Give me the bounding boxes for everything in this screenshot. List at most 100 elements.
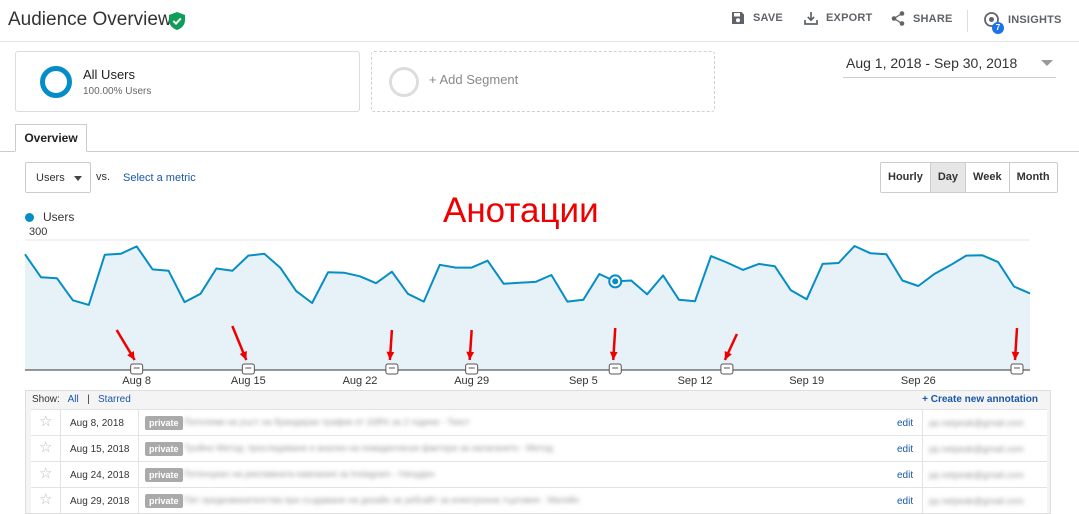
annotation-marker-icon bbox=[720, 363, 734, 375]
star-icon[interactable]: ☆ bbox=[39, 492, 52, 508]
edit-annotation-link[interactable]: edit bbox=[897, 444, 913, 455]
annotations-panel: Show: All | Starred + Create new annotat… bbox=[25, 390, 1051, 514]
row-divider bbox=[60, 488, 61, 514]
legend-label: Users bbox=[43, 210, 75, 224]
annotation-row[interactable]: ☆ Aug 15, 2018 private Тройно Метод: просле… bbox=[31, 435, 1047, 462]
segment-share: 100.00% Users bbox=[83, 86, 152, 97]
granularity-week[interactable]: Week bbox=[965, 163, 1009, 192]
users-area-fill bbox=[25, 246, 1030, 370]
star-icon[interactable]: ☆ bbox=[39, 440, 52, 456]
row-divider bbox=[138, 436, 139, 462]
metric-dropdown[interactable]: Users bbox=[25, 162, 91, 193]
users-line-chart: 150300Aug 8Aug 15Aug 22Aug 29Sep 5Sep 12… bbox=[24, 226, 1031, 387]
annotation-text: Тройно Метод: проследяване и анализ на п… bbox=[184, 443, 553, 453]
x-tick-label: Aug 22 bbox=[343, 375, 378, 387]
row-divider bbox=[922, 436, 923, 462]
download-icon bbox=[804, 12, 818, 25]
annotation-author: pp.netpeak@gmail.com bbox=[929, 470, 1024, 480]
annotation-row[interactable]: ☆ Aug 29, 2018 private Пет предизвикателств… bbox=[31, 487, 1047, 514]
visibility-badge: private bbox=[145, 416, 183, 430]
legend-swatch bbox=[25, 213, 34, 222]
x-tick-label: Aug 15 bbox=[231, 375, 266, 387]
save-icon bbox=[732, 12, 744, 24]
x-tick-label: Sep 19 bbox=[789, 375, 824, 387]
x-tick-label: Aug 29 bbox=[454, 375, 489, 387]
select-metric-link[interactable]: Select a metric bbox=[123, 172, 196, 184]
y-tick-label-300: 300 bbox=[29, 226, 47, 238]
annotation-date: Aug 29, 2018 bbox=[70, 496, 130, 507]
vs-label: vs. bbox=[96, 171, 111, 183]
row-divider bbox=[60, 410, 61, 436]
segment-ring-icon bbox=[40, 66, 72, 98]
annotation-marker-icon bbox=[1010, 363, 1024, 375]
annotation-author: pp.netpeak@gmail.com bbox=[929, 444, 1024, 454]
toolbar-divider bbox=[967, 10, 968, 32]
top-bar: Audience Overview SAVE EXPORT SHARE INSI… bbox=[0, 0, 1079, 42]
add-segment-label: + Add Segment bbox=[429, 72, 519, 87]
export-label: EXPORT bbox=[826, 12, 873, 24]
annotation-author: pp.netpeak@gmail.com bbox=[929, 418, 1024, 428]
highlighted-data-point-core bbox=[612, 278, 619, 285]
granularity-month[interactable]: Month bbox=[1008, 163, 1057, 192]
star-icon[interactable]: ☆ bbox=[39, 414, 52, 430]
empty-segment-ring-icon bbox=[389, 67, 419, 97]
row-divider bbox=[60, 436, 61, 462]
insights-label: INSIGHTS bbox=[1008, 13, 1062, 26]
row-divider bbox=[60, 462, 61, 488]
annotation-author: pp.netpeak@gmail.com bbox=[929, 496, 1024, 506]
annotation-row[interactable]: ☆ Aug 24, 2018 private Потенциал на рекламн… bbox=[31, 461, 1047, 488]
row-divider bbox=[922, 462, 923, 488]
filter-all-link[interactable]: All bbox=[68, 394, 79, 405]
edit-annotation-link[interactable]: edit bbox=[897, 470, 913, 481]
edit-annotation-link[interactable]: edit bbox=[897, 496, 913, 507]
granularity-toggle: Hourly Day Week Month bbox=[880, 162, 1058, 193]
annotation-marker-icon bbox=[385, 363, 399, 375]
save-button[interactable]: SAVE bbox=[731, 11, 783, 25]
chart-legend: Users bbox=[25, 210, 74, 224]
granularity-hourly[interactable]: Hourly bbox=[881, 163, 930, 192]
annotation-date: Aug 8, 2018 bbox=[70, 418, 124, 429]
edit-annotation-link[interactable]: edit bbox=[897, 418, 913, 429]
chevron-down-icon bbox=[1041, 60, 1053, 66]
add-segment-button[interactable]: + Add Segment bbox=[371, 51, 715, 112]
date-range-picker[interactable]: Aug 1, 2018 - Sep 30, 2018 bbox=[843, 55, 1056, 78]
annotation-row[interactable]: ☆ Aug 8, 2018 private Поголеми на ръст на б… bbox=[31, 409, 1047, 436]
annotation-marker-icon bbox=[465, 363, 479, 375]
export-button[interactable]: EXPORT bbox=[804, 11, 872, 25]
tab-overview[interactable]: Overview bbox=[15, 124, 87, 152]
metric-dropdown-value: Users bbox=[36, 172, 65, 184]
page-title: Audience Overview bbox=[8, 9, 172, 30]
segment-all-users[interactable]: All Users 100.00% Users bbox=[15, 51, 360, 112]
save-label: SAVE bbox=[753, 12, 783, 24]
filter-separator: | bbox=[87, 394, 90, 405]
annotation-date: Aug 24, 2018 bbox=[70, 470, 130, 481]
insights-count-badge: 7 bbox=[992, 22, 1004, 34]
annotation-marker-icon bbox=[130, 363, 144, 375]
visibility-badge: private bbox=[145, 494, 183, 508]
x-tick-label: Sep 26 bbox=[901, 375, 936, 387]
x-tick-label: Sep 5 bbox=[569, 375, 598, 387]
share-icon bbox=[891, 11, 905, 26]
shield-check-icon bbox=[169, 12, 185, 30]
annotation-marker-icon bbox=[608, 363, 622, 375]
star-icon[interactable]: ☆ bbox=[39, 466, 52, 482]
granularity-day[interactable]: Day bbox=[929, 163, 966, 192]
row-divider bbox=[922, 488, 923, 514]
filter-starred-link[interactable]: Starred bbox=[98, 394, 131, 405]
x-tick-label: Sep 12 bbox=[678, 375, 713, 387]
share-button[interactable]: SHARE bbox=[891, 11, 953, 26]
date-range-label: Aug 1, 2018 - Sep 30, 2018 bbox=[846, 55, 1018, 71]
segment-name: All Users bbox=[83, 67, 136, 82]
annotation-marker-icon bbox=[241, 363, 255, 375]
annotation-text: Поголеми на ръст на брандиран трафик от … bbox=[184, 417, 470, 427]
create-annotation-link[interactable]: + Create new annotation bbox=[922, 394, 1038, 405]
annotation-text: Пет предизвикателства при създаване на д… bbox=[184, 495, 580, 505]
annotation-text: Потенциал на рекламната кампания за Inst… bbox=[184, 469, 435, 479]
overlay-annotation-text: Анотации bbox=[443, 191, 599, 230]
share-label: SHARE bbox=[913, 12, 953, 25]
x-tick-label: Aug 8 bbox=[122, 375, 151, 387]
row-divider bbox=[922, 410, 923, 436]
annotation-date: Aug 15, 2018 bbox=[70, 444, 130, 455]
row-divider bbox=[138, 462, 139, 488]
row-divider bbox=[138, 488, 139, 514]
